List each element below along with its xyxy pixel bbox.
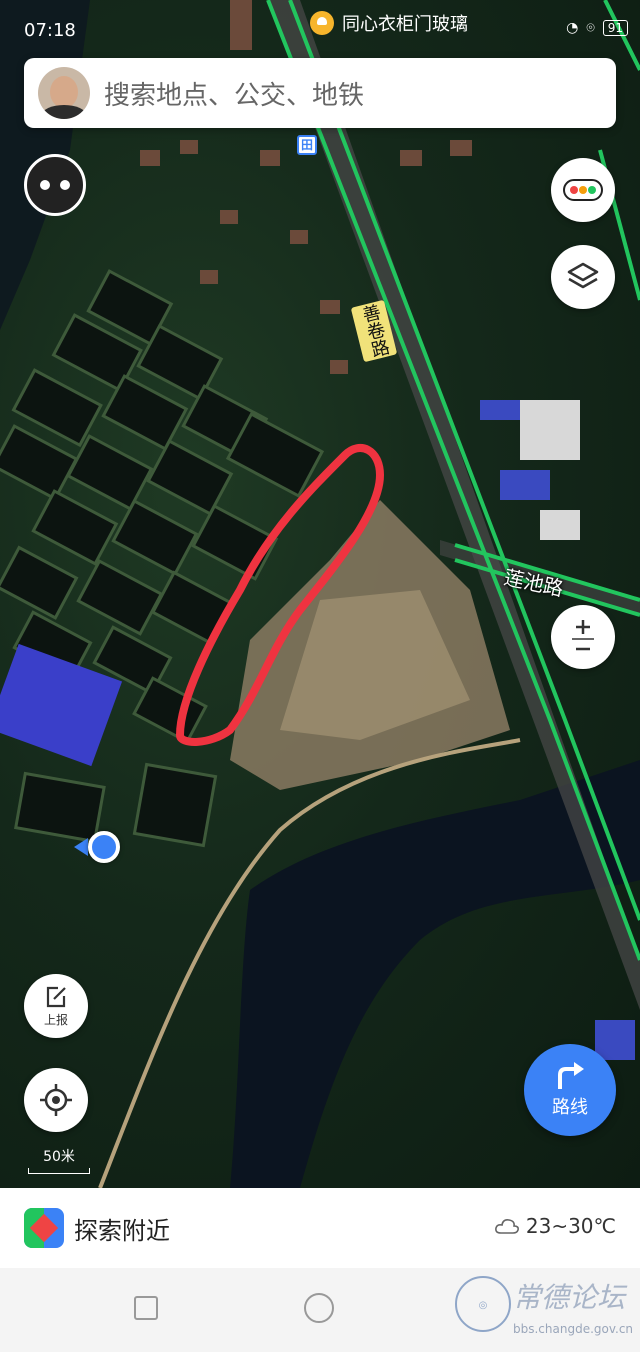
edit-icon bbox=[46, 986, 66, 1007]
battery-icon: 91 bbox=[602, 20, 628, 36]
weather-temperature: 23~30℃ bbox=[525, 1214, 616, 1238]
wifi-icon: ◔ bbox=[566, 20, 579, 36]
weather-info[interactable]: 23~30℃ bbox=[494, 1214, 616, 1238]
crosshair-icon bbox=[40, 1084, 72, 1116]
status-icons: ◔ ⌾ 91 bbox=[566, 20, 628, 36]
more-options-button[interactable] bbox=[24, 154, 86, 216]
location-status-icon: ⌾ bbox=[586, 20, 595, 36]
dot-icon bbox=[40, 180, 50, 190]
avatar[interactable] bbox=[38, 67, 90, 119]
map-scale: 50米 bbox=[28, 1146, 90, 1174]
notification-banner[interactable]: 同心衣柜门玻璃 bbox=[310, 9, 468, 37]
cloud-icon bbox=[494, 1219, 519, 1234]
watermark-seal: ◎ bbox=[455, 1276, 511, 1332]
route-button[interactable]: 路线 bbox=[524, 1044, 616, 1136]
forum-watermark: ◎ 常德论坛 bbs.changde.gov.cn bbox=[455, 1276, 635, 1346]
home-icon[interactable] bbox=[304, 1293, 334, 1323]
layers-icon bbox=[567, 262, 599, 289]
zoom-in-out-icon bbox=[572, 620, 594, 651]
zoom-control[interactable] bbox=[551, 605, 615, 669]
notification-text: 同心衣柜门玻璃 bbox=[342, 14, 468, 35]
route-label: 路线 bbox=[552, 1097, 588, 1118]
dot-icon bbox=[60, 180, 70, 190]
scale-label: 50米 bbox=[43, 1149, 75, 1165]
report-button[interactable]: 上报 bbox=[24, 974, 88, 1038]
watermark-url: bbs.changde.gov.cn bbox=[513, 1322, 634, 1336]
heading-arrow-icon bbox=[74, 838, 88, 856]
map-app-logo-icon bbox=[24, 1208, 64, 1248]
locate-button[interactable] bbox=[24, 1068, 88, 1132]
traffic-button[interactable] bbox=[551, 158, 615, 222]
recent-apps-icon[interactable] bbox=[134, 1296, 158, 1320]
search-input[interactable]: 搜索地点、公交、地铁 bbox=[104, 75, 364, 112]
bus-stop-icon[interactable]: 田 bbox=[297, 135, 317, 155]
explore-title[interactable]: 探索附近 bbox=[74, 1211, 170, 1246]
current-location-icon bbox=[88, 831, 120, 863]
map-view[interactable]: 田 善卷路 莲池路 bbox=[0, 0, 640, 1188]
system-nav-bar: ◎ 常德论坛 bbs.changde.gov.cn bbox=[0, 1268, 640, 1352]
explore-nearby-panel[interactable]: 探索附近 23~30℃ bbox=[0, 1188, 640, 1268]
traffic-light-icon bbox=[563, 179, 603, 201]
report-label: 上报 bbox=[43, 1012, 68, 1027]
turn-right-arrow-icon bbox=[558, 1062, 584, 1089]
scale-bar bbox=[28, 1168, 90, 1174]
watermark-title: 常德论坛 bbox=[513, 1281, 626, 1314]
notification-app-icon bbox=[310, 11, 334, 35]
search-bar[interactable]: 搜索地点、公交、地铁 bbox=[24, 58, 616, 128]
layers-button[interactable] bbox=[551, 245, 615, 309]
status-time: 07:18 bbox=[24, 20, 76, 41]
status-bar: 07:18 同心衣柜门玻璃 ◔ ⌾ 91 bbox=[0, 0, 640, 58]
